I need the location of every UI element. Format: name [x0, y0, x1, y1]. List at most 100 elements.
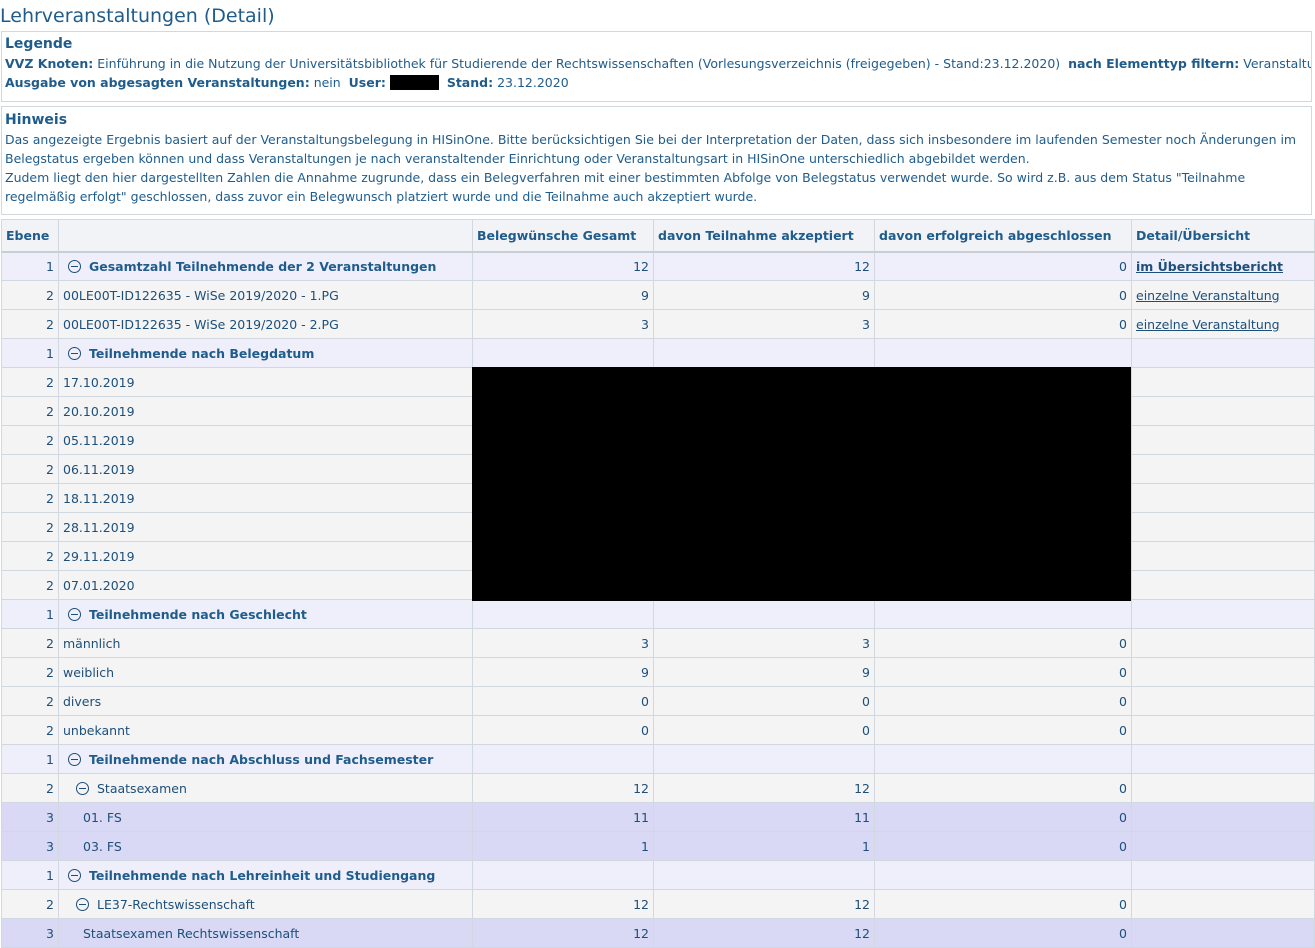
- row-label-cell: 28.11.2019: [58, 512, 473, 542]
- collapse-icon[interactable]: [68, 868, 81, 882]
- collapse-icon[interactable]: [68, 752, 81, 766]
- row-level: 1: [1, 599, 59, 629]
- collapse-icon[interactable]: [68, 607, 81, 621]
- table-row: 1 Teilnehmende nach Abschluss und Fachsem…: [1, 744, 1315, 774]
- col-header-label[interactable]: [58, 219, 473, 253]
- col-header-akzeptiert[interactable]: davon Teilnahme akzeptiert: [653, 219, 875, 253]
- row-label: 05.11.2019: [63, 432, 135, 448]
- detail-link[interactable]: einzelne Veranstaltung: [1136, 317, 1280, 332]
- detail-link[interactable]: einzelne Veranstaltung: [1136, 288, 1280, 303]
- col-header-belegwuensche[interactable]: Belegwünsche Gesamt: [472, 219, 654, 253]
- row-label-cell: 06.11.2019: [58, 454, 473, 484]
- detail-cell: [1131, 715, 1315, 745]
- row-level: 2: [1, 628, 59, 658]
- abgeschlossen-value: 0: [874, 628, 1132, 658]
- akzeptiert-value: 0: [653, 686, 875, 716]
- row-label-cell: divers: [58, 686, 473, 716]
- row-label: 20.10.2019: [63, 403, 135, 419]
- row-level: 2: [1, 889, 59, 919]
- table-row: 1 Teilnehmende nach Geschlecht: [1, 599, 1315, 629]
- akzeptiert-value: [653, 338, 875, 368]
- col-header-detail[interactable]: Detail/Übersicht: [1131, 219, 1315, 253]
- row-level: 1: [1, 860, 59, 890]
- row-label-cell: Gesamtzahl Teilnehmende der 2 Veranstalt…: [58, 251, 473, 281]
- detail-cell: einzelne Veranstaltung: [1131, 309, 1315, 339]
- akzeptiert-value: 12: [653, 918, 875, 948]
- row-label: 29.11.2019: [63, 548, 135, 564]
- vvz-label: VVZ Knoten:: [5, 56, 94, 71]
- row-label-cell: 03. FS: [58, 831, 473, 861]
- collapse-icon[interactable]: [76, 781, 89, 795]
- row-label: 06.11.2019: [63, 461, 135, 477]
- akzeptiert-value: 12: [653, 773, 875, 803]
- row-label-cell: männlich: [58, 628, 473, 658]
- table-row: 1 Teilnehmende nach Belegdatum: [1, 338, 1315, 368]
- row-level: 3: [1, 802, 59, 832]
- row-label-cell: weiblich: [58, 657, 473, 687]
- detail-link[interactable]: im Übersichtsbericht: [1136, 259, 1283, 274]
- table-row: 1 Teilnehmende nach Lehreinheit und Studi…: [1, 860, 1315, 890]
- table-row: 2 Staatsexamen 12 12 0: [1, 773, 1315, 803]
- belegwuensche-value: 12: [472, 251, 654, 281]
- belegwuensche-value: [472, 860, 654, 890]
- filter-value: Veranstaltungen: [1243, 56, 1311, 71]
- abgeschlossen-value: 0: [874, 309, 1132, 339]
- table-row: 2 00LE00T-ID122635 - WiSe 2019/2020 - 2.P…: [1, 309, 1315, 339]
- collapse-icon[interactable]: [68, 259, 81, 273]
- table-row: 3 01. FS 11 11 0: [1, 802, 1315, 832]
- row-level: 2: [1, 541, 59, 571]
- row-label-cell: Teilnehmende nach Belegdatum: [58, 338, 473, 368]
- row-level: 2: [1, 512, 59, 542]
- row-label: 17.10.2019: [63, 374, 135, 390]
- belegwuensche-value: 3: [472, 628, 654, 658]
- detail-cell: [1131, 512, 1315, 542]
- abgeschlossen-value: [874, 860, 1132, 890]
- row-label: LE37-Rechtswissenschaft: [97, 896, 255, 912]
- abgeschlossen-value: [874, 338, 1132, 368]
- belegwuensche-value: 12: [472, 889, 654, 919]
- akzeptiert-value: 9: [653, 280, 875, 310]
- row-label: Teilnehmende nach Lehreinheit und Studie…: [89, 867, 436, 883]
- table-row: 2 00LE00T-ID122635 - WiSe 2019/2020 - 1.P…: [1, 280, 1315, 310]
- detail-cell: [1131, 802, 1315, 832]
- detail-cell: [1131, 918, 1315, 948]
- row-level: 2: [1, 715, 59, 745]
- detail-cell: im Übersichtsbericht: [1131, 251, 1315, 281]
- detail-cell: [1131, 889, 1315, 919]
- abgeschlossen-value: 0: [874, 686, 1132, 716]
- abgeschlossen-value: 0: [874, 831, 1132, 861]
- detail-cell: [1131, 744, 1315, 774]
- abgeschlossen-value: 0: [874, 251, 1132, 281]
- row-level: 2: [1, 367, 59, 397]
- abgeschlossen-value: 0: [874, 657, 1132, 687]
- row-level: 1: [1, 338, 59, 368]
- belegwuensche-value: [472, 599, 654, 629]
- belegwuensche-value: 9: [472, 657, 654, 687]
- row-label: 03. FS: [83, 838, 122, 854]
- collapse-icon[interactable]: [76, 897, 89, 911]
- row-label: 00LE00T-ID122635 - WiSe 2019/2020 - 1.PG: [63, 287, 339, 303]
- akzeptiert-value: [653, 599, 875, 629]
- akzeptiert-value: 11: [653, 802, 875, 832]
- row-label: 28.11.2019: [63, 519, 135, 535]
- table-row: 2 weiblich 9 9 0: [1, 657, 1315, 687]
- row-label-cell: 17.10.2019: [58, 367, 473, 397]
- table-row: 2 unbekannt 0 0 0: [1, 715, 1315, 745]
- row-level: 1: [1, 251, 59, 281]
- legend-line-2: Ausgabe von abgesagten Veranstaltungen: …: [5, 73, 1308, 92]
- hint-paragraph-1: Das angezeigte Ergebnis basiert auf der …: [5, 132, 1297, 166]
- row-level: 2: [1, 773, 59, 803]
- abgeschlossen-value: 0: [874, 773, 1132, 803]
- collapse-icon[interactable]: [68, 346, 81, 360]
- akzeptiert-value: 3: [653, 309, 875, 339]
- row-label: Gesamtzahl Teilnehmende der 2 Veranstalt…: [89, 258, 437, 274]
- legend-panel: Legende VVZ Knoten: Einführung in die Nu…: [1, 31, 1312, 102]
- row-label: Teilnehmende nach Belegdatum: [89, 345, 315, 361]
- col-header-ebene[interactable]: Ebene: [1, 219, 59, 253]
- belegwuensche-value: 9: [472, 280, 654, 310]
- table-row: 3 03. FS 1 1 0: [1, 831, 1315, 861]
- hint-title: Hinweis: [5, 112, 68, 128]
- row-label: Teilnehmende nach Abschluss und Fachseme…: [89, 751, 434, 767]
- table-row: 2 LE37-Rechtswissenschaft 12 12 0: [1, 889, 1315, 919]
- col-header-abgeschlossen[interactable]: davon erfolgreich abgeschlossen: [874, 219, 1132, 253]
